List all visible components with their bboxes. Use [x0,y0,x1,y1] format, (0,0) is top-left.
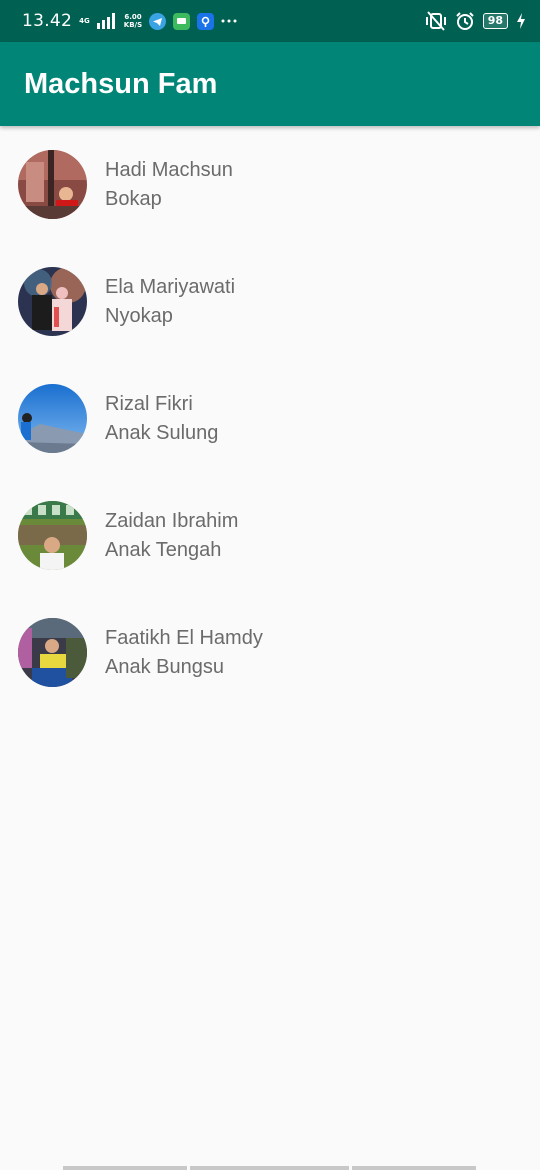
vibrate-off-icon [425,11,446,31]
list-item[interactable]: Zaidan Ibrahim Anak Tengah [0,477,540,594]
member-info: Faatikh El Hamdy Anak Bungsu [105,624,263,682]
network-type: 4G [79,17,90,25]
nav-hint-center[interactable] [190,1166,349,1170]
signal-icon [96,13,115,29]
member-info: Hadi Machsun Bokap [105,156,233,214]
status-bar: 13.42 4G 6.00 KB/S 98 [0,0,540,42]
member-info: Rizal Fikri Anak Sulung [105,390,218,448]
member-role: Nyokap [105,304,173,327]
avatar [18,384,87,453]
more-notifications-icon [221,19,237,23]
list-item[interactable]: Ela Mariyawati Nyokap [0,243,540,360]
network-speed: 6.00 KB/S [123,13,143,29]
member-name: Ela Mariyawati [105,275,236,298]
charging-icon [517,13,525,29]
list-item[interactable]: Rizal Fikri Anak Sulung [0,360,540,477]
member-name: Faatikh El Hamdy [105,626,263,649]
list-item[interactable]: Faatikh El Hamdy Anak Bungsu [0,594,540,711]
member-name: Hadi Machsun [105,158,233,181]
avatar [18,501,87,570]
member-name: Zaidan Ibrahim [105,509,239,532]
alarm-icon [455,12,474,30]
message-icon [173,12,191,30]
member-info: Zaidan Ibrahim Anak Tengah [105,507,238,565]
member-role: Anak Tengah [105,538,222,561]
page-title: Machsun Fam [24,67,218,100]
list-item[interactable]: Hadi Machsun Bokap [0,126,540,243]
member-name: Rizal Fikri [105,392,193,415]
member-role: Anak Bungsu [105,655,224,678]
location-icon [197,12,215,30]
telegram-icon [149,12,167,30]
battery-indicator: 98 [482,13,508,29]
app-bar: Machsun Fam [0,42,540,126]
member-role: Bokap [105,187,162,210]
family-list[interactable]: Hadi Machsun Bokap Ela Mariyawati Nyokap [0,126,540,711]
avatar [18,267,87,336]
avatar [18,150,87,219]
nav-hint-right[interactable] [352,1166,476,1170]
member-info: Ela Mariyawati Nyokap [105,273,235,331]
status-time: 13.42 [22,11,73,31]
member-role: Anak Sulung [105,421,219,444]
avatar [18,618,87,687]
nav-hint-left[interactable] [63,1166,187,1170]
